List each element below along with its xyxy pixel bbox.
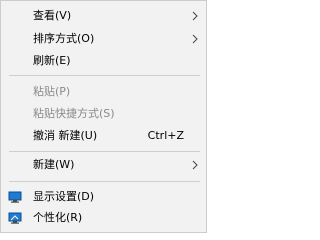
chevron-right-icon: [192, 11, 198, 21]
menu-item-display-settings-label: 显示设置(D): [33, 190, 95, 203]
menu-item-new[interactable]: 新建(W): [1, 154, 206, 176]
chevron-right-icon: [192, 160, 198, 170]
menu-separator: [9, 181, 200, 182]
menu-item-display-settings[interactable]: 显示设置(D): [1, 186, 206, 208]
menu-separator: [9, 151, 200, 152]
menu-item-view[interactable]: 查看(V): [1, 5, 206, 27]
chevron-right-icon: [192, 34, 198, 44]
menu-item-sort-by-label: 排序方式(O): [33, 32, 95, 45]
menu-item-new-label: 新建(W): [33, 158, 75, 171]
menu-item-sort-by[interactable]: 排序方式(O): [1, 28, 206, 50]
menu-item-personalize[interactable]: 个性化(R): [1, 207, 206, 229]
menu-item-refresh[interactable]: 刷新(E): [1, 50, 206, 72]
menu-item-undo-shortcut: Ctrl+Z: [147, 129, 184, 142]
menu-item-personalize-label: 个性化(R): [33, 211, 83, 224]
menu-item-paste: 粘贴(P): [1, 81, 206, 103]
menu-item-paste-label: 粘贴(P): [33, 85, 71, 98]
menu-separator: [9, 75, 200, 76]
menu-item-undo-new[interactable]: 撤消 新建(U) Ctrl+Z: [1, 125, 206, 147]
menu-item-undo-new-label: 撤消 新建(U): [33, 129, 98, 142]
menu-item-paste-shortcut: 粘贴快捷方式(S): [1, 103, 206, 125]
menu-item-refresh-label: 刷新(E): [33, 54, 71, 67]
desktop-context-menu: 查看(V) 排序方式(O) 刷新(E) 粘贴(P) 粘贴快捷方式(S) 撤消 新…: [0, 0, 207, 233]
menu-item-paste-shortcut-label: 粘贴快捷方式(S): [33, 107, 115, 120]
display-settings-icon: [8, 191, 22, 203]
menu-item-view-label: 查看(V): [33, 9, 72, 22]
personalize-icon: [8, 212, 22, 224]
